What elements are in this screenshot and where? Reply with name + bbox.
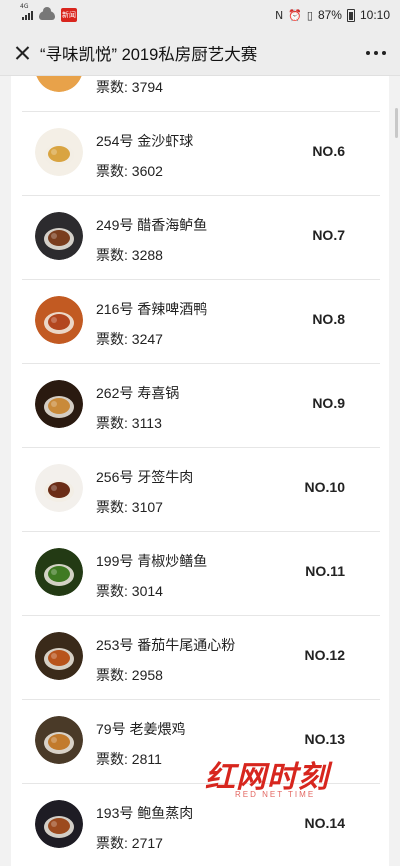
alarm-icon: ⏰ (288, 8, 302, 22)
rank-label: NO.8 (312, 311, 345, 327)
dish-thumbnail (35, 548, 83, 596)
more-options-icon[interactable] (366, 51, 386, 55)
dish-name: 193号 鲍鱼蒸肉 (96, 805, 194, 821)
vibrate-icon: ▯ (306, 8, 313, 22)
dish-name: 216号 香辣啤酒鸭 (96, 301, 208, 317)
dish-thumbnail (35, 128, 83, 176)
list-item[interactable]: 199号 青椒炒鳝鱼 票数: 3014 NO.11 (22, 532, 380, 616)
vote-count: 票数: 3014 (96, 583, 163, 599)
nfc-icon: N (274, 8, 284, 22)
rank-label: NO.14 (304, 815, 345, 831)
status-bar: 4G 新闻 N ⏰ ▯ 87% 10:10 (0, 0, 400, 30)
vote-count: 票数: 2717 (96, 835, 163, 851)
rank-label: NO.9 (312, 395, 345, 411)
dish-thumbnail (35, 464, 83, 512)
dish-name: 262号 寿喜锅 (96, 385, 180, 401)
vote-count: 票数: 2958 (96, 667, 163, 683)
list-item[interactable]: 254号 金沙虾球 票数: 3602 NO.6 (22, 112, 380, 196)
list-item[interactable]: 249号 醋香海鲈鱼 票数: 3288 NO.7 (22, 196, 380, 280)
dish-name: 249号 醋香海鲈鱼 (96, 217, 208, 233)
vote-count: 票数: 3794 (96, 79, 163, 95)
rank-label: NO.13 (304, 731, 345, 747)
rank-label: NO.12 (304, 647, 345, 663)
dish-name: 199号 青椒炒鳝鱼 (96, 553, 208, 569)
ranking-content[interactable]: 票数: 3794 254号 金沙虾球 票数: 3602 NO.6 249号 醋香海鲈鱼… (0, 76, 400, 866)
vote-count: 票数: 3247 (96, 331, 163, 347)
list-item[interactable]: 262号 寿喜锅 票数: 3113 NO.9 (22, 364, 380, 448)
page-title: “寻味凯悦” 2019私房厨艺大赛 (40, 45, 258, 64)
list-item[interactable]: 216号 香辣啤酒鸭 票数: 3247 NO.8 (22, 280, 380, 364)
dish-thumbnail (35, 296, 83, 344)
rank-label: NO.11 (305, 563, 345, 579)
battery-percent: 87% (317, 8, 342, 22)
clock: 10:10 (359, 8, 390, 22)
vote-count: 票数: 3113 (96, 415, 162, 431)
dish-thumbnail (35, 632, 83, 680)
dish-thumbnail (35, 212, 83, 260)
list-item[interactable]: 253号 番茄牛尾通心粉 票数: 2958 NO.12 (22, 616, 380, 700)
rank-label: NO.10 (304, 479, 345, 495)
watermark-sub: RED NET TIME (235, 790, 316, 799)
vote-count: 票数: 3107 (96, 499, 163, 515)
dish-thumbnail (35, 800, 83, 848)
dish-name: 254号 金沙虾球 (96, 133, 194, 149)
list-item-partial[interactable]: 票数: 3794 (22, 76, 380, 112)
dish-name: 79号 老姜煨鸡 (96, 721, 186, 737)
scrollbar[interactable] (395, 108, 398, 138)
ranking-list: 票数: 3794 254号 金沙虾球 票数: 3602 NO.6 249号 醋香海鲈鱼… (22, 76, 380, 866)
cloud-icon (39, 6, 55, 20)
watermark-logo: 红网时刻 RED NET TIME (205, 752, 355, 802)
vote-count: 票数: 2811 (96, 751, 162, 767)
app-badge-icon: 新闻 (61, 8, 77, 22)
dish-name: 256号 牙签牛肉 (96, 469, 194, 485)
dish-thumbnail (35, 380, 83, 428)
close-icon[interactable] (2, 30, 42, 76)
dish-thumbnail (35, 716, 83, 764)
rank-label: NO.6 (312, 143, 345, 159)
battery-icon (346, 8, 355, 22)
signal-icon: 4G (20, 3, 33, 20)
nav-bar: “寻味凯悦” 2019私房厨艺大赛 (0, 30, 400, 76)
list-item[interactable]: 256号 牙签牛肉 票数: 3107 NO.10 (22, 448, 380, 532)
vote-count: 票数: 3602 (96, 163, 163, 179)
dish-name: 253号 番茄牛尾通心粉 (96, 637, 236, 653)
dish-thumbnail (35, 76, 83, 92)
rank-label: NO.7 (312, 227, 345, 243)
vote-count: 票数: 3288 (96, 247, 163, 263)
